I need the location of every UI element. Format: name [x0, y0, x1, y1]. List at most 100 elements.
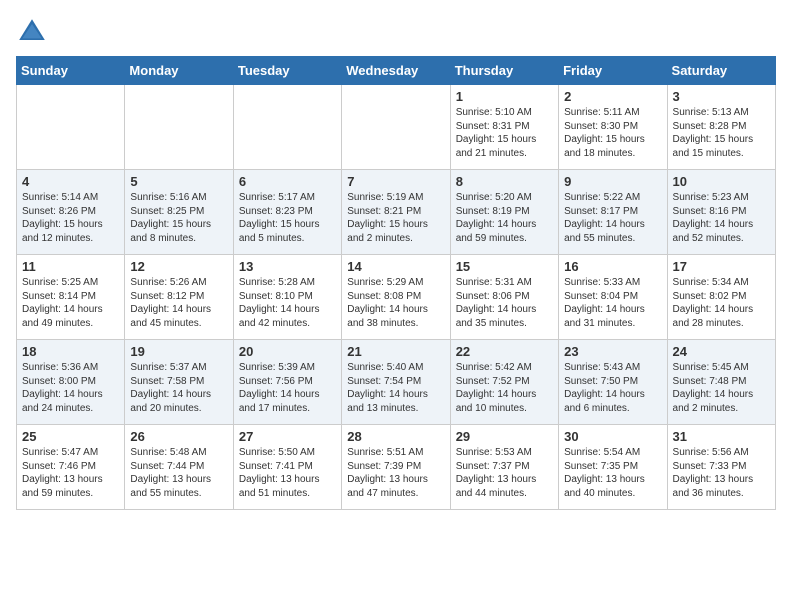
day-number: 18 — [22, 344, 119, 359]
calendar-cell: 13 Sunrise: 5:28 AMSunset: 8:10 PMDayligh… — [233, 255, 341, 340]
calendar-cell: 31 Sunrise: 5:56 AMSunset: 7:33 PMDayligh… — [667, 425, 775, 510]
day-info: Sunrise: 5:29 AMSunset: 8:08 PMDaylight:… — [347, 276, 444, 330]
calendar-cell: 26 Sunrise: 5:48 AMSunset: 7:44 PMDayligh… — [125, 425, 233, 510]
calendar-day-header: Friday — [559, 57, 667, 85]
calendar-cell: 17 Sunrise: 5:34 AMSunset: 8:02 PMDayligh… — [667, 255, 775, 340]
day-info: Sunrise: 5:54 AMSunset: 7:35 PMDaylight:… — [564, 446, 661, 500]
calendar-cell: 24Sunrise: 5:45 AMSunset: 7:48 PMDayligh… — [667, 340, 775, 425]
calendar-cell — [342, 85, 450, 170]
day-info: Sunrise: 5:23 AMSunset: 8:16 PMDaylight:… — [673, 191, 770, 245]
calendar-cell: 7 Sunrise: 5:19 AMSunset: 8:21 PMDaylight… — [342, 170, 450, 255]
calendar-cell: 16 Sunrise: 5:33 AMSunset: 8:04 PMDayligh… — [559, 255, 667, 340]
calendar-cell: 21 Sunrise: 5:40 AMSunset: 7:54 PMDayligh… — [342, 340, 450, 425]
day-number: 19 — [130, 344, 227, 359]
day-number: 21 — [347, 344, 444, 359]
day-number: 29 — [456, 429, 553, 444]
calendar-cell — [17, 85, 125, 170]
calendar-week-row: 11Sunrise: 5:25 AMSunset: 8:14 PMDayligh… — [17, 255, 776, 340]
calendar-day-header: Tuesday — [233, 57, 341, 85]
calendar-cell: 3 Sunrise: 5:13 AMSunset: 8:28 PMDaylight… — [667, 85, 775, 170]
calendar-cell — [233, 85, 341, 170]
calendar-cell: 4 Sunrise: 5:14 AMSunset: 8:26 PMDaylight… — [17, 170, 125, 255]
calendar-table: SundayMondayTuesdayWednesdayThursdayFrid… — [16, 56, 776, 510]
calendar-cell: 14 Sunrise: 5:29 AMSunset: 8:08 PMDayligh… — [342, 255, 450, 340]
day-number: 26 — [130, 429, 227, 444]
day-number: 3 — [673, 89, 770, 104]
logo — [16, 16, 52, 48]
day-number: 12 — [130, 259, 227, 274]
day-info: Sunrise: 5:16 AMSunset: 8:25 PMDaylight:… — [130, 191, 227, 245]
day-number: 20 — [239, 344, 336, 359]
calendar-cell: 27Sunrise: 5:50 AMSunset: 7:41 PMDayligh… — [233, 425, 341, 510]
day-number: 14 — [347, 259, 444, 274]
calendar-cell: 28Sunrise: 5:51 AMSunset: 7:39 PMDayligh… — [342, 425, 450, 510]
day-info: Sunrise: 5:31 AMSunset: 8:06 PMDaylight:… — [456, 276, 553, 330]
calendar-week-row: 4 Sunrise: 5:14 AMSunset: 8:26 PMDaylight… — [17, 170, 776, 255]
day-info: Sunrise: 5:22 AMSunset: 8:17 PMDaylight:… — [564, 191, 661, 245]
day-number: 10 — [673, 174, 770, 189]
calendar-week-row: 18 Sunrise: 5:36 AMSunset: 8:00 PMDayligh… — [17, 340, 776, 425]
calendar-cell: 19 Sunrise: 5:37 AMSunset: 7:58 PMDayligh… — [125, 340, 233, 425]
day-info: Sunrise: 5:34 AMSunset: 8:02 PMDaylight:… — [673, 276, 770, 330]
day-number: 2 — [564, 89, 661, 104]
day-number: 7 — [347, 174, 444, 189]
calendar-cell: 25Sunrise: 5:47 AMSunset: 7:46 PMDayligh… — [17, 425, 125, 510]
calendar-cell: 18 Sunrise: 5:36 AMSunset: 8:00 PMDayligh… — [17, 340, 125, 425]
calendar-day-header: Saturday — [667, 57, 775, 85]
day-info: Sunrise: 5:48 AMSunset: 7:44 PMDaylight:… — [130, 446, 227, 500]
day-info: Sunrise: 5:17 AMSunset: 8:23 PMDaylight:… — [239, 191, 336, 245]
day-number: 16 — [564, 259, 661, 274]
day-number: 25 — [22, 429, 119, 444]
day-number: 22 — [456, 344, 553, 359]
calendar-cell: 11Sunrise: 5:25 AMSunset: 8:14 PMDayligh… — [17, 255, 125, 340]
calendar-cell: 22 Sunrise: 5:42 AMSunset: 7:52 PMDayligh… — [450, 340, 558, 425]
day-number: 13 — [239, 259, 336, 274]
calendar-week-row: 1 Sunrise: 5:10 AMSunset: 8:31 PMDaylight… — [17, 85, 776, 170]
day-number: 15 — [456, 259, 553, 274]
day-info: Sunrise: 5:39 AMSunset: 7:56 PMDaylight:… — [239, 361, 336, 415]
calendar-header-row: SundayMondayTuesdayWednesdayThursdayFrid… — [17, 57, 776, 85]
day-number: 31 — [673, 429, 770, 444]
calendar-cell: 1 Sunrise: 5:10 AMSunset: 8:31 PMDaylight… — [450, 85, 558, 170]
day-info: Sunrise: 5:36 AMSunset: 8:00 PMDaylight:… — [22, 361, 119, 415]
day-info: Sunrise: 5:10 AMSunset: 8:31 PMDaylight:… — [456, 106, 553, 160]
calendar-day-header: Sunday — [17, 57, 125, 85]
page-header — [16, 16, 776, 48]
calendar-cell — [125, 85, 233, 170]
day-info: Sunrise: 5:20 AMSunset: 8:19 PMDaylight:… — [456, 191, 553, 245]
day-number: 4 — [22, 174, 119, 189]
calendar-cell: 6Sunrise: 5:17 AMSunset: 8:23 PMDaylight… — [233, 170, 341, 255]
day-number: 9 — [564, 174, 661, 189]
day-info: Sunrise: 5:11 AMSunset: 8:30 PMDaylight:… — [564, 106, 661, 160]
day-info: Sunrise: 5:19 AMSunset: 8:21 PMDaylight:… — [347, 191, 444, 245]
calendar-day-header: Wednesday — [342, 57, 450, 85]
day-info: Sunrise: 5:53 AMSunset: 7:37 PMDaylight:… — [456, 446, 553, 500]
calendar-week-row: 25Sunrise: 5:47 AMSunset: 7:46 PMDayligh… — [17, 425, 776, 510]
logo-icon — [16, 16, 48, 48]
day-info: Sunrise: 5:13 AMSunset: 8:28 PMDaylight:… — [673, 106, 770, 160]
day-info: Sunrise: 5:56 AMSunset: 7:33 PMDaylight:… — [673, 446, 770, 500]
day-number: 5 — [130, 174, 227, 189]
calendar-cell: 2 Sunrise: 5:11 AMSunset: 8:30 PMDaylight… — [559, 85, 667, 170]
day-number: 30 — [564, 429, 661, 444]
calendar-cell: 9 Sunrise: 5:22 AMSunset: 8:17 PMDaylight… — [559, 170, 667, 255]
day-info: Sunrise: 5:28 AMSunset: 8:10 PMDaylight:… — [239, 276, 336, 330]
calendar-cell: 12 Sunrise: 5:26 AMSunset: 8:12 PMDayligh… — [125, 255, 233, 340]
day-info: Sunrise: 5:43 AMSunset: 7:50 PMDaylight:… — [564, 361, 661, 415]
calendar-cell: 30 Sunrise: 5:54 AMSunset: 7:35 PMDayligh… — [559, 425, 667, 510]
calendar-cell: 23Sunrise: 5:43 AMSunset: 7:50 PMDayligh… — [559, 340, 667, 425]
calendar-cell: 5 Sunrise: 5:16 AMSunset: 8:25 PMDaylight… — [125, 170, 233, 255]
day-info: Sunrise: 5:40 AMSunset: 7:54 PMDaylight:… — [347, 361, 444, 415]
day-info: Sunrise: 5:33 AMSunset: 8:04 PMDaylight:… — [564, 276, 661, 330]
calendar-cell: 20 Sunrise: 5:39 AMSunset: 7:56 PMDayligh… — [233, 340, 341, 425]
day-number: 17 — [673, 259, 770, 274]
day-info: Sunrise: 5:26 AMSunset: 8:12 PMDaylight:… — [130, 276, 227, 330]
day-number: 1 — [456, 89, 553, 104]
day-info: Sunrise: 5:14 AMSunset: 8:26 PMDaylight:… — [22, 191, 119, 245]
day-info: Sunrise: 5:51 AMSunset: 7:39 PMDaylight:… — [347, 446, 444, 500]
calendar-cell: 10 Sunrise: 5:23 AMSunset: 8:16 PMDayligh… — [667, 170, 775, 255]
day-info: Sunrise: 5:42 AMSunset: 7:52 PMDaylight:… — [456, 361, 553, 415]
day-info: Sunrise: 5:37 AMSunset: 7:58 PMDaylight:… — [130, 361, 227, 415]
day-number: 11 — [22, 259, 119, 274]
calendar-cell: 8Sunrise: 5:20 AMSunset: 8:19 PMDaylight… — [450, 170, 558, 255]
